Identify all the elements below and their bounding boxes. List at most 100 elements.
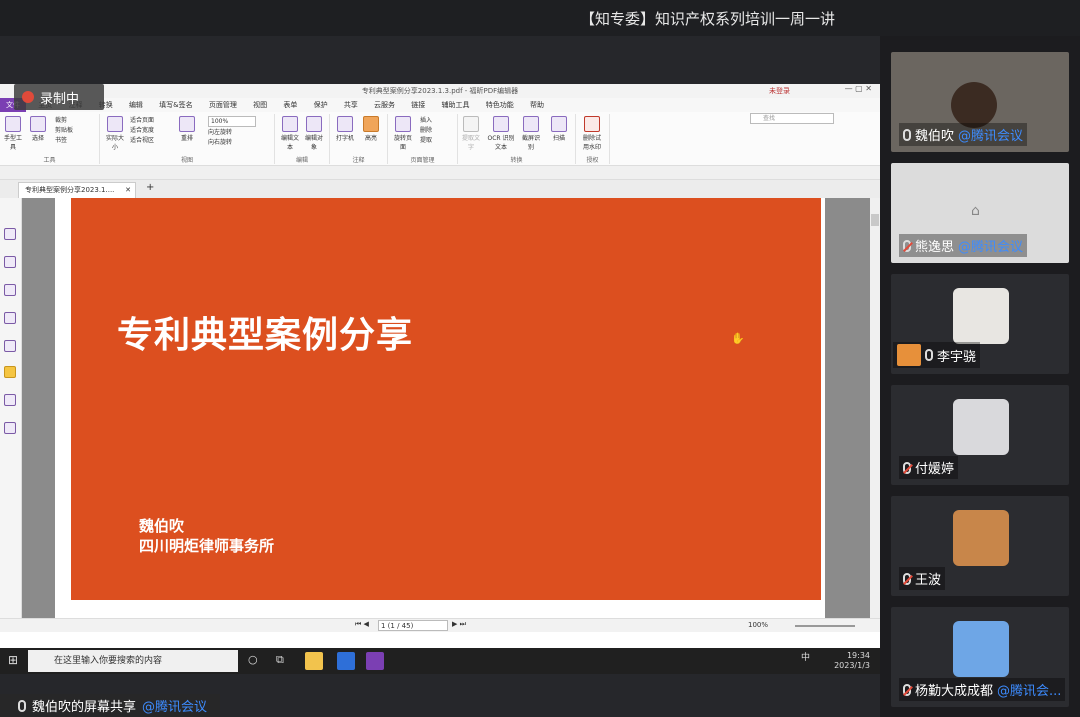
select-button[interactable]: 选择 (27, 116, 49, 142)
ime-indicator[interactable]: 中 (801, 653, 810, 663)
avatar (953, 621, 1009, 677)
first-page-icon[interactable]: ⏮ ◀ (355, 620, 369, 629)
rotate-right-button[interactable]: 向右旋转 (208, 138, 232, 147)
menu-form[interactable]: 表单 (283, 98, 297, 112)
menu-protect[interactable]: 保护 (314, 98, 328, 112)
participant-name: 熊逸思 (915, 240, 955, 255)
clock-date: 2023/1/3 (834, 661, 870, 670)
mic-muted-icon (903, 572, 911, 585)
fit-page-button[interactable]: 适合页面 (130, 116, 154, 125)
recording-indicator[interactable]: 录制中 (14, 84, 104, 110)
scanner-icon (551, 116, 567, 132)
next-page-icon[interactable]: ▶ ⏭ (452, 620, 466, 629)
scan-button[interactable]: 扫描 (548, 116, 570, 142)
hand-cursor-icon: ✋ (731, 332, 745, 345)
document-canvas: 专利典型案例分享 魏伯吹 四川明炬律师事务所 ✋ (22, 198, 870, 632)
fit-view-button[interactable]: 适合视区 (130, 136, 154, 145)
mic-muted-icon (903, 683, 911, 696)
window-controls[interactable]: — ▢ ✕ (845, 84, 872, 93)
highlight-button[interactable]: 高亮 (360, 116, 382, 142)
signature-icon[interactable] (4, 422, 16, 434)
ribbon-group-tools: 手型工具 选择 裁剪 剪贴板 书签 工具 (0, 114, 100, 164)
typewriter-button[interactable]: 打字机 (334, 116, 356, 142)
delete-button[interactable]: 删除 (420, 126, 432, 135)
rotate-page-button[interactable]: 旋转页面 (392, 116, 414, 151)
participant-tile[interactable]: 魏伯吹 @腾讯会议 (891, 52, 1069, 152)
ocr-button[interactable]: OCR 识别文本 (486, 116, 516, 151)
menu-link[interactable]: 链接 (411, 98, 425, 112)
windows-start-icon[interactable]: ⊞ (8, 653, 18, 667)
menu-share[interactable]: 共享 (344, 98, 358, 112)
hand-tool-button[interactable]: 手型工具 (2, 116, 24, 151)
edit-text-button[interactable]: 编辑文本 (279, 116, 301, 151)
doc-tab[interactable]: 专利典型案例分享2023.1.... ✕ (18, 182, 136, 198)
menu-help[interactable]: 帮助 (530, 98, 544, 112)
pdf-window-title: 专利典型案例分享2023.1.3.pdf - 福昕PDF编辑器 (0, 84, 880, 98)
pdf-menubar: 文件 主页 注释 转换 编辑 填写&签名 页面管理 视图 表单 保护 共享 云服… (0, 98, 880, 112)
edit-object-button[interactable]: 编辑对象 (303, 116, 325, 151)
layers-icon[interactable] (4, 284, 16, 296)
lock-icon[interactable] (4, 366, 16, 378)
annot-group-label: 注释 (352, 157, 365, 164)
tools-group-label: 工具 (43, 157, 56, 164)
ribbon-group-annot: 打字机 高亮 注释 (330, 114, 388, 164)
screenshot-ocr-button[interactable]: 截屏识别 (520, 116, 542, 151)
rotate-left-button[interactable]: 向左旋转 (208, 128, 232, 137)
menu-fill-sign[interactable]: 填写&签名 (159, 98, 192, 112)
comments-icon[interactable] (4, 312, 16, 324)
scroll-thumb[interactable] (871, 214, 879, 226)
menu-cloud[interactable]: 云服务 (374, 98, 395, 112)
participant-tile[interactable]: 杨勤大成成都 @腾讯会... (891, 607, 1069, 707)
participant-org: @腾讯会议 (958, 129, 1024, 144)
extract-button[interactable]: 提取 (420, 136, 432, 145)
taskbar-search-input[interactable]: 在这里输入你要搜索的内容 (28, 650, 238, 672)
page-indicator-input[interactable]: 1 (1 / 45) (378, 620, 448, 631)
menu-accessibility[interactable]: 辅助工具 (442, 98, 470, 112)
mic-icon (903, 128, 911, 141)
status-zoom[interactable]: 100% (748, 621, 768, 629)
task-view-icon[interactable]: ⧉ (276, 653, 284, 667)
clipboard-button[interactable]: 剪贴板 (55, 126, 73, 135)
vertical-scrollbar[interactable] (870, 198, 880, 618)
zoom-select[interactable]: 100% (208, 116, 256, 127)
attachment-icon[interactable] (4, 340, 16, 352)
add-tab-button[interactable]: + (146, 182, 154, 193)
menu-features[interactable]: 特色功能 (486, 98, 514, 112)
cursor-icon (30, 116, 46, 132)
extract-text-button[interactable]: 提取文字 (460, 116, 482, 151)
pages-icon[interactable] (4, 228, 16, 240)
quick-access-toolbar (0, 166, 880, 180)
menu-view[interactable]: 视图 (253, 98, 267, 112)
login-link[interactable]: 未登录 (769, 86, 790, 96)
participant-tile[interactable]: 付媛婷 (891, 385, 1069, 485)
zoom-slider[interactable] (795, 625, 855, 627)
participant-tile[interactable]: 王波 (891, 496, 1069, 596)
file-explorer-icon[interactable] (305, 652, 323, 670)
crop-button[interactable]: 裁剪 (55, 116, 67, 125)
fit-width-button[interactable]: 适合宽度 (130, 126, 154, 135)
pdf-editor-taskbar-icon[interactable] (366, 652, 384, 670)
participant-name: 付媛婷 (915, 462, 955, 477)
avatar (953, 510, 1009, 566)
participant-tile[interactable]: 李宇骁 (891, 274, 1069, 374)
cortana-icon[interactable]: ○ (248, 653, 258, 666)
insert-button[interactable]: 插入 (420, 116, 432, 125)
share-owner: 魏伯吹的屏幕共享 (32, 700, 137, 715)
menu-page-manage[interactable]: 页面管理 (209, 98, 237, 112)
participant-org: @腾讯会... (997, 684, 1062, 699)
thumbnails-icon[interactable] (4, 256, 16, 268)
form-icon[interactable] (4, 394, 16, 406)
bookmark-button[interactable]: 书签 (55, 136, 67, 145)
typewriter-icon (337, 116, 353, 132)
actual-size-button[interactable]: 实际大小 (104, 116, 126, 151)
participant-org: @腾讯会议 (958, 240, 1024, 255)
remove-watermark-button[interactable]: 删除试用水印 (581, 116, 603, 151)
hand-icon (5, 116, 21, 132)
participant-tile[interactable]: ⌂ 熊逸思 @腾讯会议 (891, 163, 1069, 263)
meeting-app-icon[interactable] (337, 652, 355, 670)
windows-taskbar: ⊞ 在这里输入你要搜索的内容 ○ ⧉ 中 19:34 2023/1/3 (0, 648, 880, 674)
close-tab-icon[interactable]: ✕ (125, 183, 131, 197)
menu-edit[interactable]: 编辑 (129, 98, 143, 112)
pdf-search-input[interactable]: 查找 (750, 113, 834, 124)
reflow-button[interactable]: 重排 (176, 116, 198, 142)
